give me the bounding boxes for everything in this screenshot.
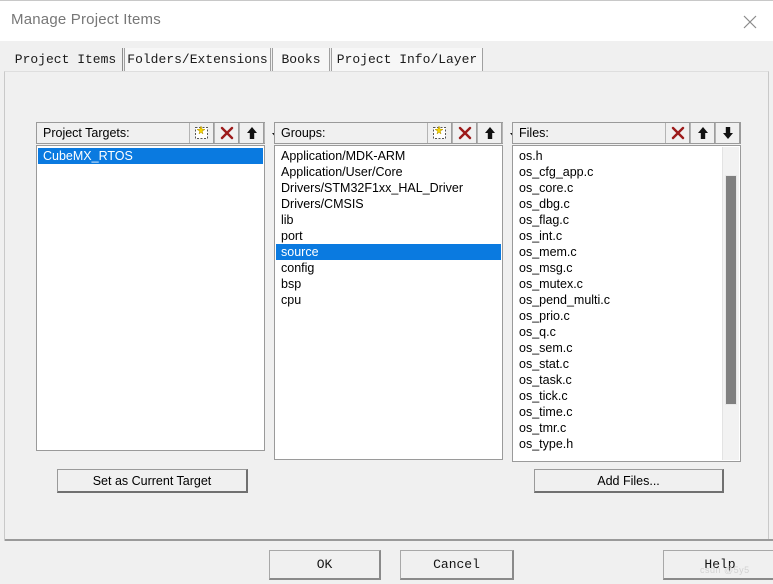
files-delete-button[interactable] — [665, 123, 690, 143]
ok-label: OK — [316, 557, 333, 572]
list-item[interactable]: Drivers/CMSIS — [276, 196, 501, 212]
close-button[interactable] — [727, 1, 773, 41]
list-item[interactable]: config — [276, 260, 501, 276]
list-item[interactable]: os.h — [514, 148, 722, 164]
targets-new-button[interactable] — [189, 123, 214, 143]
list-item[interactable]: port — [276, 228, 501, 244]
project-targets-list[interactable]: CubeMX_RTOS — [36, 145, 265, 451]
files-list[interactable]: os.h os_cfg_app.c os_core.c os_dbg.c os_flag… — [512, 145, 741, 462]
tab-folders-extensions[interactable]: Folders/Extensions — [124, 48, 271, 73]
groups-list[interactable]: Application/MDK-ARM Application/User/Core… — [274, 145, 503, 460]
files-scrollbar[interactable] — [722, 147, 739, 460]
list-item[interactable]: os_type.h — [514, 436, 722, 452]
list-item[interactable]: os_dbg.c — [514, 196, 722, 212]
ok-button[interactable]: OK — [269, 550, 381, 580]
tab-strip: Project Items Folders/Extensions Books Proj… — [0, 41, 773, 73]
list-item[interactable]: os_pend_multi.c — [514, 292, 722, 308]
groups-new-button[interactable] — [427, 123, 452, 143]
list-item[interactable]: lib — [276, 212, 501, 228]
list-item[interactable]: os_int.c — [514, 228, 722, 244]
help-label: Help — [704, 557, 736, 572]
list-item[interactable]: cpu — [276, 292, 501, 308]
title-bar: Manage Project Items — [0, 1, 773, 41]
groups-move-up-button[interactable] — [477, 123, 502, 143]
list-item[interactable]: os_stat.c — [514, 356, 722, 372]
files-header: Files: — [512, 122, 741, 144]
window-title: Manage Project Items — [11, 11, 161, 28]
files-move-up-button[interactable] — [690, 123, 715, 143]
targets-delete-button[interactable] — [214, 123, 239, 143]
tab-page-divider — [5, 539, 773, 541]
add-files-label: Add Files... — [597, 474, 660, 488]
tab-page-project-items: Project Targets: CubeMX_RTOS Set as Curr… — [4, 71, 769, 541]
list-item[interactable]: os_core.c — [514, 180, 722, 196]
add-files-button[interactable]: Add Files... — [534, 469, 724, 493]
list-item[interactable]: os_tmr.c — [514, 420, 722, 436]
targets-move-up-button[interactable] — [239, 123, 264, 143]
list-item[interactable]: os_mutex.c — [514, 276, 722, 292]
list-item[interactable]: os_flag.c — [514, 212, 722, 228]
set-as-current-target-label: Set as Current Target — [92, 474, 212, 488]
list-item[interactable]: os_mem.c — [514, 244, 722, 260]
cancel-button[interactable]: Cancel — [400, 550, 514, 580]
list-item[interactable]: CubeMX_RTOS — [38, 148, 263, 164]
list-item[interactable]: os_prio.c — [514, 308, 722, 324]
files-label: Files: — [519, 126, 549, 140]
list-item[interactable]: Drivers/STM32F1xx_HAL_Driver — [276, 180, 501, 196]
list-item[interactable]: Application/User/Core — [276, 164, 501, 180]
list-item[interactable]: bsp — [276, 276, 501, 292]
list-item[interactable]: os_sem.c — [514, 340, 722, 356]
groups-delete-button[interactable] — [452, 123, 477, 143]
list-item[interactable]: os_time.c — [514, 404, 722, 420]
tab-project-info-layer[interactable]: Project Info/Layer — [331, 48, 483, 73]
tab-label: Folders/Extensions — [127, 52, 268, 67]
groups-label: Groups: — [281, 126, 326, 140]
files-scrollbar-thumb[interactable] — [725, 175, 737, 405]
set-as-current-target-button[interactable]: Set as Current Target — [57, 469, 248, 493]
list-item[interactable]: os_tick.c — [514, 388, 722, 404]
list-item[interactable]: os_cfg_app.c — [514, 164, 722, 180]
project-targets-header: Project Targets: — [36, 122, 289, 144]
list-item[interactable]: Application/MDK-ARM — [276, 148, 501, 164]
list-item[interactable]: os_msg.c — [514, 260, 722, 276]
tab-label: Project Info/Layer — [336, 52, 478, 67]
cancel-label: Cancel — [433, 557, 480, 572]
tab-books[interactable]: Books — [272, 48, 330, 73]
tab-label: Books — [281, 52, 321, 67]
list-item[interactable]: source — [276, 244, 501, 260]
tab-label: Project Items — [14, 52, 117, 67]
tab-project-items[interactable]: Project Items — [8, 48, 123, 73]
files-move-down-button[interactable] — [715, 123, 740, 143]
manage-project-items-dialog: Manage Project Items Project Items Folder… — [0, 0, 773, 584]
groups-header: Groups: — [274, 122, 527, 144]
list-item[interactable]: os_q.c — [514, 324, 722, 340]
help-button[interactable]: Help — [663, 550, 773, 580]
project-targets-label: Project Targets: — [43, 126, 130, 140]
list-item[interactable]: os_task.c — [514, 372, 722, 388]
